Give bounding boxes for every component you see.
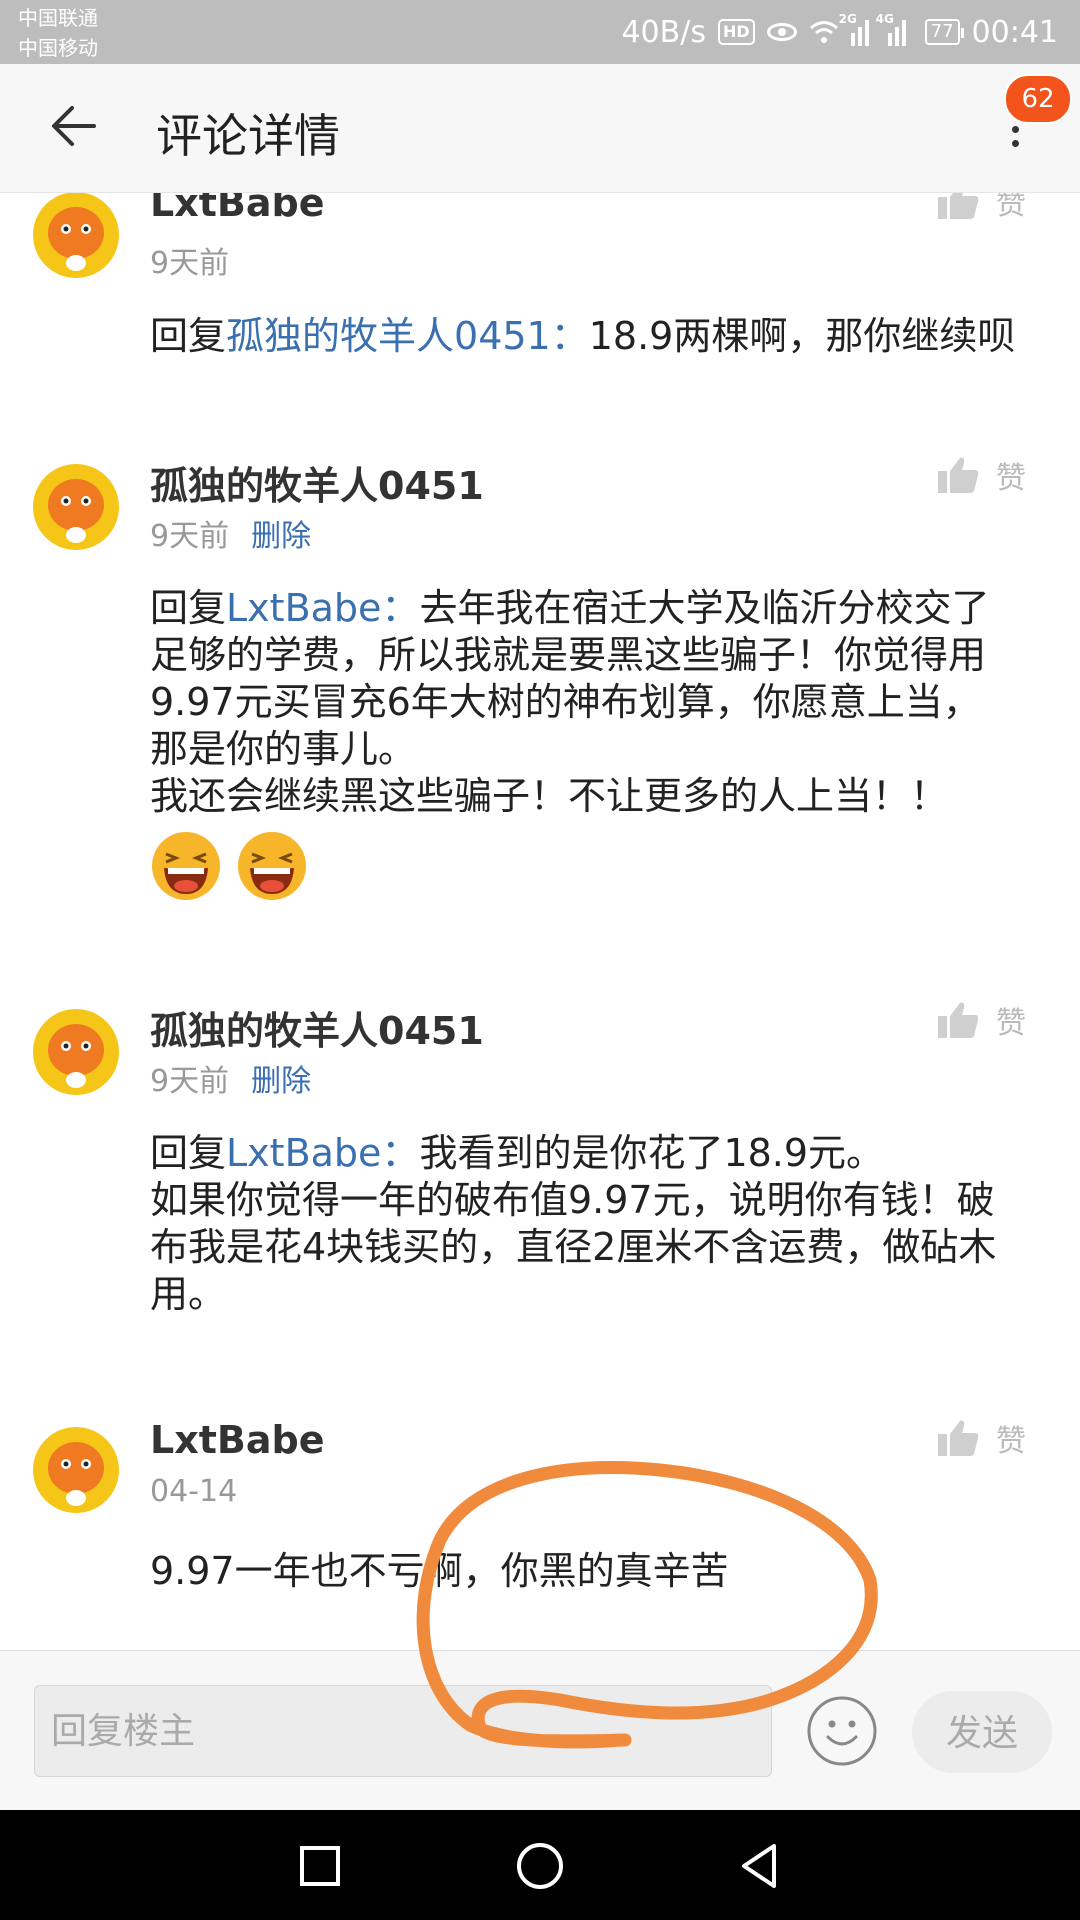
status-bar: 中国联通 中国移动 40B/s HD 2G 4G 77 00:41 [0,0,1080,64]
comment-body: 回复LxtBabe：我看到的是你花了18.9元。 如果你觉得一年的破布值9.97… [150,1130,1040,1318]
eye-comfort-icon [766,23,797,41]
like-label: 赞 [996,1006,1026,1041]
app-header: 评论详情 [0,64,1080,193]
comment-text-line: 布我是花4块钱买的，直径2厘米不含运费，做砧木 [150,1225,997,1269]
reply-prefix: 回复 [150,586,227,630]
recent-apps-icon[interactable] [290,1836,350,1896]
hd-icon: HD [717,19,755,45]
like-button[interactable]: 赞 [936,1416,1026,1460]
comment-text-line: 那是你的事儿。 [150,727,417,771]
carrier-2: 中国移动 [18,36,98,60]
back-nav-icon[interactable] [730,1836,790,1896]
signal-1-icon: 2G [839,12,876,46]
home-icon[interactable] [510,1836,570,1896]
comment-time: 9天前 [150,246,230,281]
reply-to-link[interactable]: LxtBabe： [226,1131,419,1175]
thumbs-up-icon [938,1420,979,1456]
reply-prefix: 回复 [150,1131,227,1175]
comment-text: 18.9两棵啊，那你继续呗 [588,314,1016,358]
reply-bar: 发送 [0,1650,1080,1811]
like-button[interactable]: 赞 [936,453,1026,497]
comment-text: 9.97一年也不亏啊，你黑的真辛苦 [150,1549,729,1593]
like-label: 赞 [996,193,1026,222]
comment-body: 9.97一年也不亏啊，你黑的真辛苦 [150,1548,1040,1595]
like-label: 赞 [996,461,1026,496]
comment-text-line: 足够的学费，所以我就是要黑这些骗子！你觉得用 [150,633,987,677]
comment-text-line: 我还会继续黑这些骗子！不让更多的人上当！！ [150,774,949,818]
system-nav-bar [0,1810,1080,1920]
laughing-emoji-icon [152,832,220,900]
emoji-row [150,830,1040,902]
signal-2-icon: 4G [876,12,913,46]
thumbs-up-icon [938,457,979,493]
thumbs-up-icon [938,1002,979,1038]
comment-username[interactable]: LxtBabe [150,193,324,225]
signal-1-tag: 2G [838,12,857,26]
comment-meta: 9天前 删除 [150,1056,311,1100]
avatar[interactable] [32,463,120,551]
reply-input[interactable] [34,1685,772,1777]
avatar[interactable] [32,193,120,279]
net-speed: 40B/s [621,14,706,50]
avatar[interactable] [32,1008,120,1096]
comment-text-line: 我看到的是你花了18.9元。 [419,1131,885,1175]
avatar[interactable] [32,1426,120,1514]
comment-time: 9天前 [150,1064,230,1099]
comment-body: 回复孤独的牧羊人0451：18.9两棵啊，那你继续呗 [150,313,1040,360]
comment-body: 回复LxtBabe：去年我在宿迁大学及临沂分校交了 足够的学费，所以我就是要黑这… [150,585,1040,902]
delete-button[interactable]: 删除 [251,519,311,554]
carrier-1: 中国联通 [18,6,98,30]
reply-to-link[interactable]: 孤独的牧羊人0451： [226,314,589,358]
signal-2-tag: 4G [875,12,894,26]
comment-feed[interactable]: LxtBabe 9天前 赞 回复孤独的牧羊人0451：18.9两棵啊，那你继续呗… [0,193,1080,1650]
page-title: 评论详情 [156,109,340,163]
comment-text-line: 9.97元买冒充6年大树的神布划算，你愿意上当， [150,680,981,724]
like-button[interactable]: 赞 [936,998,1026,1042]
back-arrow-icon[interactable] [44,96,104,156]
notification-badge: 62 [1004,74,1072,124]
comment-username[interactable]: 孤独的牧羊人0451 [150,1000,484,1055]
like-label: 赞 [996,1424,1026,1459]
comment-username[interactable]: LxtBabe [150,1418,324,1462]
send-button[interactable]: 发送 [912,1691,1052,1773]
reply-to-link[interactable]: LxtBabe： [226,586,419,630]
thumbs-up-icon [938,193,979,219]
comment-username[interactable]: 孤独的牧羊人0451 [150,455,484,510]
wifi-icon [809,19,839,45]
comment-text-line: 用。 [150,1272,227,1316]
emoji-picker-icon[interactable] [806,1695,878,1767]
laughing-emoji-icon [238,832,306,900]
comment-text-line: 去年我在宿迁大学及临沂分校交了 [419,586,990,630]
reply-prefix: 回复 [150,314,227,358]
battery-icon: 77 [924,19,964,45]
like-button[interactable]: 赞 [936,193,1026,223]
delete-button[interactable]: 删除 [251,1064,311,1099]
comment-text-line: 如果你觉得一年的破布值9.97元，说明你有钱！破 [150,1178,995,1222]
comment-meta: 9天前 删除 [150,511,311,555]
clock: 00:41 [971,14,1058,50]
comment-time: 9天前 [150,519,230,554]
comment-time: 04-14 [150,1474,238,1509]
